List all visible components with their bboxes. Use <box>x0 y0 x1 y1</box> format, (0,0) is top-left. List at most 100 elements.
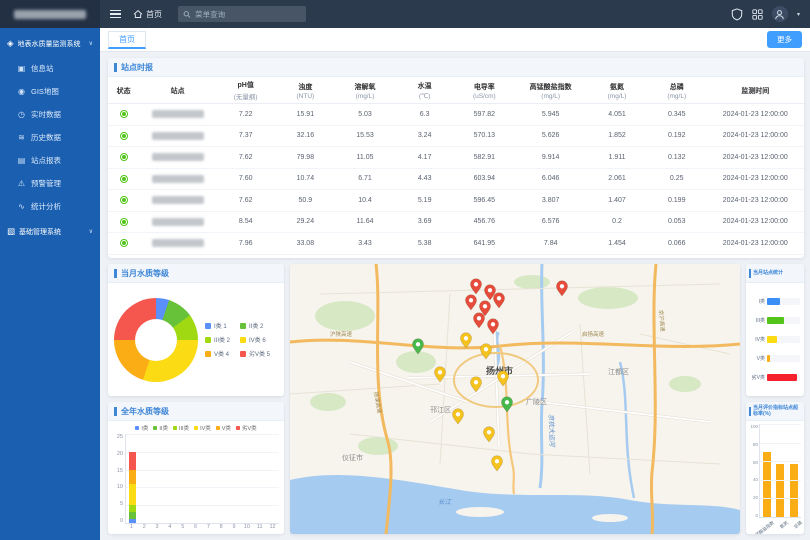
table-row[interactable]: 7.6279.9811.054.17582.919.9141.9110.1322… <box>108 147 804 169</box>
top-header: 首页 ▾ <box>0 0 810 28</box>
city-map[interactable]: 扬州市邗江区广陵区江都区仪征市长江京杭大运河沪陕高速启扬高速京沪高速扬溧高速 <box>290 264 740 534</box>
month-grade-donut <box>114 298 198 382</box>
station-report-title: 站点时报 <box>108 58 804 77</box>
table-cell: 1.911 <box>587 147 647 169</box>
table-cell: 1.407 <box>587 190 647 212</box>
menu-search-input[interactable] <box>195 10 301 19</box>
status-indicator <box>120 153 128 161</box>
sidebar-item[interactable]: ⚠预警管理 <box>0 172 100 195</box>
history-data-icon: ≋ <box>17 133 26 142</box>
table-cell: 33.08 <box>276 233 336 255</box>
tab-home[interactable]: 首页 <box>108 31 146 49</box>
menu-search[interactable] <box>178 6 306 22</box>
sidebar-item-label: GIS地图 <box>31 86 59 97</box>
hbar-row: I类 <box>750 298 800 305</box>
table-cell: 603.94 <box>454 168 514 190</box>
legend-item: V类 <box>216 424 231 432</box>
table-cell: 2024-01-23 12:00:00 <box>707 190 804 212</box>
column-header: 氨氮(mg/L) <box>587 77 647 104</box>
table-row[interactable]: 7.6010.746.714.43603.946.0462.0610.25202… <box>108 168 804 190</box>
column-header: 溶解氧(mg/L) <box>335 77 395 104</box>
hbar-row: 劣V类 <box>750 374 800 381</box>
column-header: 电导率(uS/cm) <box>454 77 514 104</box>
table-cell: 1.454 <box>587 233 647 255</box>
apps-grid-icon[interactable] <box>752 9 763 20</box>
table-cell: 15.91 <box>276 104 336 126</box>
table-cell: 4.43 <box>395 168 455 190</box>
exceed-rate-chart: 100806040200 <box>749 424 801 518</box>
sidebar-item[interactable]: ◷实时数据 <box>0 103 100 126</box>
user-menu-caret-icon[interactable]: ▾ <box>797 11 800 18</box>
table-cell: 2024-01-23 12:00:00 <box>707 211 804 233</box>
legend-item: IV类 6 <box>240 335 270 344</box>
table-row[interactable]: 7.2215.915.036.3597.825.9454.0510.345202… <box>108 104 804 126</box>
sidebar-item[interactable]: ▣信息站 <box>0 57 100 80</box>
exceed-rate-title: 当月评价指标站点超标率(%) <box>746 402 804 421</box>
table-cell: 50.9 <box>276 190 336 212</box>
legend-item: II类 <box>153 424 168 432</box>
table-cell: 2024-01-23 12:00:00 <box>707 147 804 169</box>
table-row[interactable]: 7.9633.083.435.38641.957.841.4540.066202… <box>108 233 804 255</box>
bar <box>790 464 798 517</box>
column-header: 浊度(NTU) <box>276 77 336 104</box>
sidebar-group-1[interactable]: ▧基础管理系统∨ <box>0 218 100 245</box>
month-station-title: 当月站点统计 <box>746 264 804 283</box>
gis-map-icon: ◉ <box>17 87 26 96</box>
month-grade-panel: 当月水质等级 I类 1II类 2III类 2IV类 6V类 4劣V类 5 <box>108 264 284 396</box>
status-indicator <box>120 110 128 118</box>
table-cell: 641.95 <box>454 233 514 255</box>
table-cell: 3.807 <box>514 190 587 212</box>
month-station-panel: 当月站点统计 I类III类IV类V类劣V类 <box>746 264 804 396</box>
column-header: 状态 <box>108 77 139 104</box>
main-area: 首页 更多 站点时报 状态站点pH值(无量纲)浊度(NTU)溶解氧(mg/L)水… <box>100 28 810 540</box>
left-chart-column: 当月水质等级 I类 1II类 2III类 2IV类 6V类 4劣V类 5 全年水… <box>108 264 284 534</box>
legend-item: IV类 <box>194 424 211 432</box>
chevron-down-icon: ∨ <box>89 228 93 235</box>
map-panel[interactable]: 扬州市邗江区广陵区江都区仪征市长江京杭大运河沪陕高速启扬高速京沪高速扬溧高速 <box>290 264 740 534</box>
sidebar-item[interactable]: ▤站点报表 <box>0 149 100 172</box>
table-cell: 597.82 <box>454 104 514 126</box>
table-cell: 5.945 <box>514 104 587 126</box>
table-cell: 0.053 <box>647 211 707 233</box>
table-row[interactable]: 7.3732.1615.533.24570.135.6261.8520.1922… <box>108 125 804 147</box>
hbar-row: V类 <box>750 355 800 362</box>
table-cell: 32.16 <box>276 125 336 147</box>
column-header: pH值(无量纲) <box>216 77 276 104</box>
table-cell: 4.051 <box>587 104 647 126</box>
table-cell: 456.76 <box>454 211 514 233</box>
home-icon <box>133 9 143 19</box>
exceed-rate-plot <box>759 424 801 518</box>
shield-icon[interactable] <box>731 8 743 21</box>
table-row[interactable]: 8.5429.2411.643.69456.766.5760.20.053202… <box>108 211 804 233</box>
table-cell: 29.24 <box>276 211 336 233</box>
hbar-row: III类 <box>750 317 800 324</box>
more-button[interactable]: 更多 <box>767 31 802 48</box>
table-cell: 5.19 <box>395 190 455 212</box>
sidebar-group-0[interactable]: ◈地表水质量监测系统∨ <box>0 30 100 57</box>
legend-item: II类 2 <box>240 321 270 330</box>
exceed-rate-body: 100806040200 高锰酸盐指数氨氮总磷 <box>746 421 804 534</box>
table-cell: 79.98 <box>276 147 336 169</box>
sidebar-item[interactable]: ∿统计分析 <box>0 195 100 218</box>
sidebar-toggle-icon[interactable] <box>110 10 121 19</box>
exceed-rate-panel: 当月评价指标站点超标率(%) 100806040200 高锰酸盐指数氨氮总磷 <box>746 402 804 534</box>
sidebar-item[interactable]: ◉ GIS地图 <box>0 80 100 103</box>
map-label: 仪征市 <box>342 453 363 462</box>
legend-item: V类 4 <box>205 349 235 358</box>
table-cell: 2024-01-23 12:00:00 <box>707 125 804 147</box>
right-chart-column: 当月站点统计 I类III类IV类V类劣V类 当月评价指标站点超标率(%) 100… <box>746 264 804 534</box>
column-header: 高锰酸盐指数(mg/L) <box>514 77 587 104</box>
table-row[interactable]: 7.6250.910.45.19596.453.8071.4070.199202… <box>108 190 804 212</box>
table-cell: 3.69 <box>395 211 455 233</box>
user-avatar[interactable] <box>772 6 788 22</box>
table-cell: 0.25 <box>647 168 707 190</box>
tags-view-bar: 首页 更多 <box>100 28 810 52</box>
table-cell: 0.2 <box>587 211 647 233</box>
sidebar-item[interactable]: ≋历史数据 <box>0 126 100 149</box>
breadcrumb[interactable]: 首页 <box>133 9 162 20</box>
stacked-bar <box>203 434 216 523</box>
bar <box>776 464 784 517</box>
table-cell: 6.71 <box>335 168 395 190</box>
year-grade-yaxis: 2520151050 <box>113 434 125 524</box>
sidebar-item-label: 统计分析 <box>31 201 61 212</box>
